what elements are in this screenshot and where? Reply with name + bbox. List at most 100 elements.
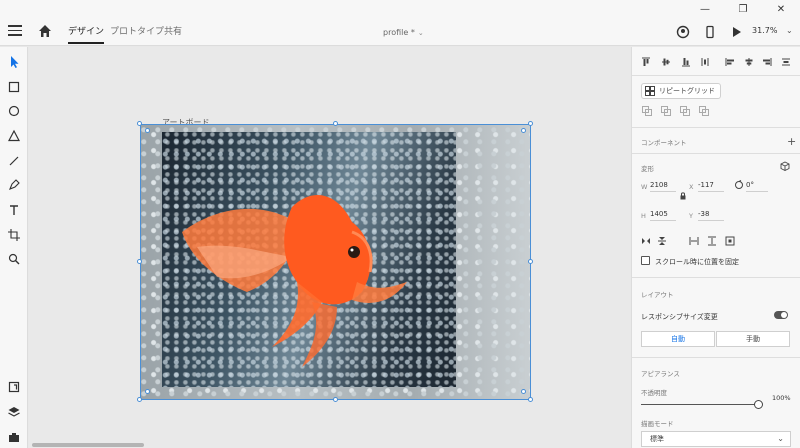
horizontal-scrollbar[interactable] — [32, 443, 144, 447]
goldfish-image — [182, 195, 407, 367]
distribute-width-icon[interactable] — [689, 236, 699, 246]
distribute-vertical-icon[interactable] — [700, 57, 710, 67]
fix-scroll-checkbox[interactable] — [641, 256, 650, 265]
hamburger-menu-icon[interactable] — [8, 25, 22, 37]
divider — [632, 277, 800, 278]
layers-icon[interactable] — [7, 405, 21, 419]
distribute-horizontal-icon[interactable] — [781, 57, 791, 67]
resize-handle[interactable] — [521, 389, 526, 394]
tab-share[interactable]: 共有 — [164, 24, 182, 44]
select-tool-icon[interactable] — [7, 55, 21, 69]
rotation-icon[interactable] — [734, 180, 744, 190]
line-tool-icon[interactable] — [7, 154, 21, 168]
y-field[interactable]: -38 — [698, 210, 724, 221]
rotation-field[interactable]: 0° — [746, 181, 768, 192]
align-top-icon[interactable] — [641, 57, 651, 67]
chevron-down-icon: ⌄ — [417, 29, 424, 37]
width-field[interactable]: 2108 — [650, 181, 676, 192]
polygon-tool-icon[interactable] — [7, 129, 21, 143]
repeat-grid-icon — [645, 86, 655, 96]
resize-handle[interactable] — [528, 121, 533, 126]
appearance-section-title: アピアランス — [641, 370, 680, 378]
width-label: W — [641, 183, 648, 191]
x-field[interactable]: -117 — [698, 181, 724, 192]
close-button[interactable]: ✕ — [762, 0, 800, 18]
assets-icon[interactable] — [7, 380, 21, 394]
x-label: X — [689, 183, 694, 191]
opacity-slider-thumb[interactable] — [754, 400, 763, 409]
pen-tool-icon[interactable] — [7, 178, 21, 192]
zoom-tool-icon[interactable] — [7, 252, 21, 266]
responsive-resize-toggle[interactable] — [774, 311, 788, 319]
opacity-label: 不透明度 — [641, 389, 667, 397]
tab-prototype[interactable]: プロトタイプ — [110, 24, 164, 44]
resize-handle[interactable] — [145, 128, 150, 133]
window-controls: — ❐ ✕ — [686, 0, 800, 18]
distribute-height-icon[interactable] — [707, 236, 717, 246]
resize-handle[interactable] — [333, 121, 338, 126]
text-tool-icon[interactable] — [7, 203, 21, 217]
chevron-down-icon[interactable]: ⌄ — [786, 26, 793, 35]
resize-handle[interactable] — [137, 397, 142, 402]
auto-segment[interactable]: 自動 — [641, 331, 715, 347]
document-title[interactable]: profile * ⌄ — [383, 28, 424, 37]
responsive-resize-label: レスポンシブサイズ変更 — [641, 313, 718, 321]
home-icon[interactable] — [37, 23, 53, 39]
tool-bar — [0, 47, 28, 448]
flip-horizontal-icon[interactable] — [641, 236, 651, 246]
resize-handle[interactable] — [137, 259, 142, 264]
align-center-icon[interactable] — [744, 57, 754, 67]
component-section-title: コンポーネント — [641, 139, 687, 147]
play-icon[interactable] — [729, 25, 743, 39]
tab-design[interactable]: デザイン — [68, 24, 105, 44]
opacity-value[interactable]: 100% — [772, 394, 791, 402]
fix-scroll-label: スクロール時に位置を固定 — [655, 258, 739, 266]
blend-mode-value: 標準 — [650, 435, 664, 443]
goldfish-photo[interactable] — [162, 132, 456, 387]
opacity-slider-track[interactable] — [641, 404, 757, 405]
repeat-grid-button[interactable]: リピートグリッド — [641, 83, 721, 99]
user-account-icon[interactable] — [676, 25, 690, 39]
artboard[interactable] — [140, 124, 531, 400]
align-right-icon[interactable] — [762, 57, 772, 67]
layout-section-title: レイアウト — [641, 291, 674, 299]
boolean-subtract-icon[interactable] — [661, 106, 671, 116]
boolean-intersect-icon[interactable] — [680, 106, 690, 116]
height-label: H — [641, 212, 646, 220]
transform-section-title: 変形 — [641, 165, 654, 173]
blend-mode-label: 描画モード — [641, 420, 674, 428]
divider — [632, 75, 800, 76]
zoom-level[interactable]: 31.7% — [752, 26, 777, 35]
resize-handle[interactable] — [137, 121, 142, 126]
ellipse-tool-icon[interactable] — [7, 104, 21, 118]
rectangle-tool-icon[interactable] — [7, 80, 21, 94]
resize-handle[interactable] — [528, 259, 533, 264]
artboard-tool-icon[interactable] — [7, 228, 21, 242]
plugins-icon[interactable] — [7, 430, 21, 444]
resize-handle[interactable] — [521, 128, 526, 133]
align-middle-icon[interactable] — [661, 57, 671, 67]
manual-segment[interactable]: 手動 — [716, 331, 790, 347]
align-bottom-icon[interactable] — [681, 57, 691, 67]
lock-aspect-icon[interactable] — [678, 191, 688, 201]
resize-handle[interactable] — [528, 397, 533, 402]
3d-transform-icon[interactable] — [780, 161, 790, 171]
mobile-preview-icon[interactable] — [703, 25, 717, 39]
resize-handle[interactable] — [333, 397, 338, 402]
divider — [632, 127, 800, 128]
repeat-grid-label: リピートグリッド — [659, 87, 715, 95]
flip-vertical-icon[interactable] — [657, 236, 667, 246]
blend-mode-select[interactable]: 標準 ⌄ — [641, 431, 791, 447]
boolean-exclude-icon[interactable] — [699, 106, 709, 116]
height-field[interactable]: 1405 — [650, 210, 676, 221]
resize-handle[interactable] — [145, 389, 150, 394]
restore-button[interactable]: ❐ — [724, 0, 762, 18]
document-title-text: profile * — [383, 28, 415, 37]
add-component-icon[interactable]: + — [787, 135, 796, 148]
minimize-button[interactable]: — — [686, 0, 724, 18]
top-bar: — ❐ ✕ デザイン プロトタイプ 共有 profile * ⌄ 31.7% ⌄ — [0, 0, 800, 46]
divider — [632, 153, 800, 154]
fit-content-icon[interactable] — [725, 236, 735, 246]
align-left-icon[interactable] — [725, 57, 735, 67]
boolean-add-icon[interactable] — [642, 106, 652, 116]
